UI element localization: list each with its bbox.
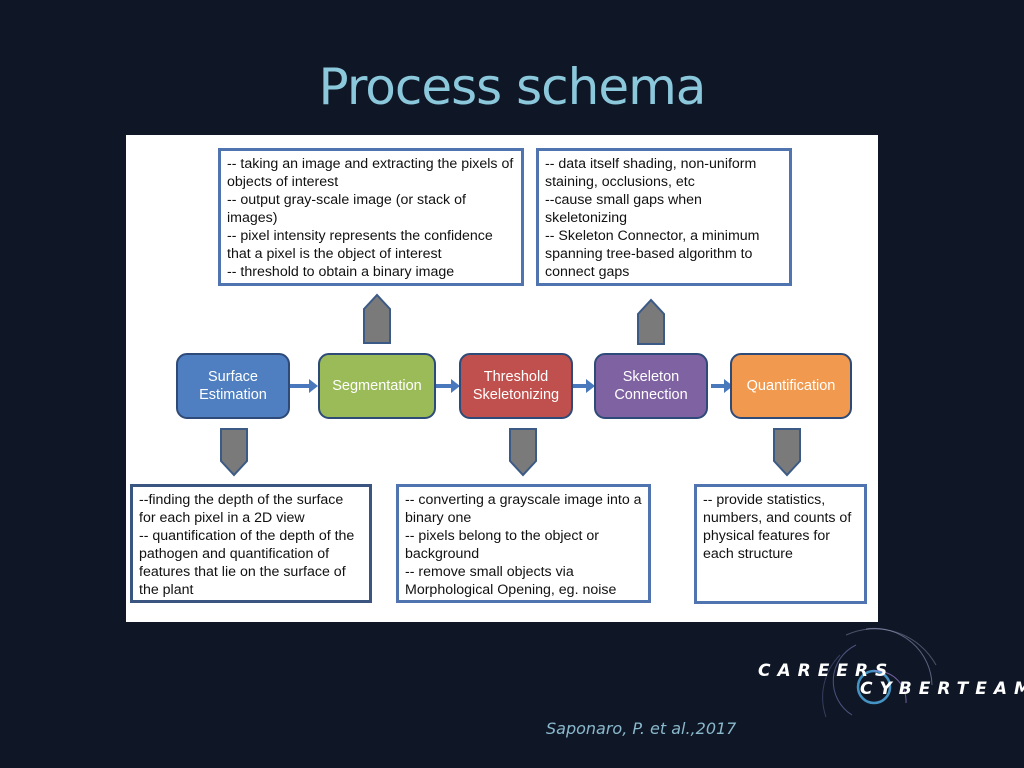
stage-skeleton-connection: Skeleton Connection [594,353,708,419]
flow-arrow [711,379,733,393]
note-quantification: -- provide statistics, numbers, and coun… [694,484,867,604]
chevron-up-icon [637,298,665,345]
stage-threshold-skeletonizing: Threshold Skeletonizing [459,353,573,419]
stage-surface-estimation: Surface Estimation [176,353,290,419]
chevron-down-icon [773,428,801,477]
careers-cyberteam-logo: CAREERS CYBERTEAM [756,625,1024,720]
stage-quantification: Quantification [730,353,852,419]
citation: Saponaro, P. et al.,2017 [546,719,737,738]
note-segmentation: -- taking an image and extracting the pi… [218,148,524,286]
chevron-up-icon [363,293,391,344]
logo-line-cyberteam: CYBERTEAM [860,679,1024,699]
flow-arrow [290,379,318,393]
logo-line-careers: CAREERS [758,661,895,681]
note-skeleton-connection: -- data itself shading, non-uniform stai… [536,148,792,286]
stage-segmentation: Segmentation [318,353,436,419]
flow-arrow [573,379,595,393]
process-diagram: -- taking an image and extracting the pi… [126,135,878,622]
flow-arrow [436,379,460,393]
chevron-down-icon [220,428,248,477]
note-threshold-skeletonizing: -- converting a grayscale image into a b… [396,484,651,603]
chevron-down-icon [509,428,537,477]
note-surface-estimation: --finding the depth of the surface for e… [130,484,372,603]
slide-title: Process schema [318,58,707,116]
